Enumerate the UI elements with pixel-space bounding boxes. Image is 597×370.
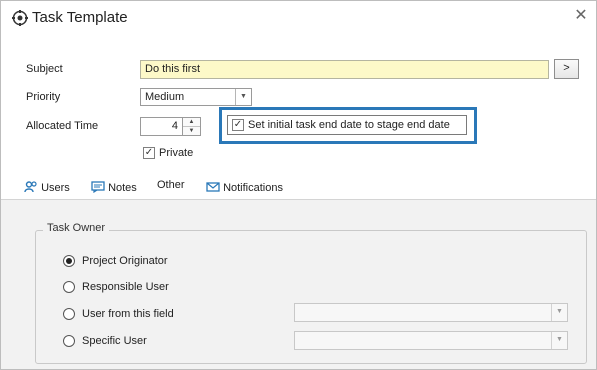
tab-other-label: Other — [157, 179, 185, 191]
user-field-combo[interactable]: ▼ — [294, 303, 568, 322]
stage-end-label: Set initial task end date to stage end d… — [248, 119, 450, 131]
chevron-down-icon[interactable]: ▼ — [235, 89, 251, 105]
radio-user-from-field[interactable] — [63, 308, 75, 320]
priority-dropdown[interactable]: Medium ▼ — [140, 88, 252, 106]
radio-selected-dot — [66, 258, 72, 264]
app-icon — [12, 10, 28, 26]
allocated-time-stepper[interactable]: ▲ ▼ — [182, 117, 201, 136]
notes-icon — [91, 181, 105, 194]
private-label: Private — [159, 147, 194, 159]
radio-specific-user[interactable] — [63, 335, 75, 347]
tab-users-label: Users — [41, 182, 70, 194]
subject-field[interactable]: Do this first — [140, 60, 549, 79]
title-bar: Task Template ✕ — [1, 1, 596, 35]
radio-responsible-user[interactable] — [63, 281, 75, 293]
radio-label-responsible-user: Responsible User — [82, 281, 169, 293]
mail-icon — [206, 182, 220, 192]
spin-up-icon[interactable]: ▲ — [183, 118, 200, 127]
task-owner-title: Task Owner — [43, 222, 110, 234]
allocated-time-label: Allocated Time — [26, 120, 99, 132]
tab-notifications-label: Notifications — [223, 182, 283, 194]
tab-notifications[interactable]: Notifications — [206, 179, 283, 194]
tab-notes[interactable]: Notes — [91, 179, 137, 194]
subject-label: Subject — [26, 63, 63, 75]
priority-label: Priority — [26, 91, 61, 103]
stage-end-checkbox[interactable]: ✓ — [232, 119, 244, 131]
tab-other[interactable]: Other — [157, 179, 185, 191]
radio-label-specific-user: Specific User — [82, 335, 147, 347]
radio-label-project-originator: Project Originator — [82, 255, 168, 267]
dialog-title: Task Template — [32, 9, 128, 26]
specific-user-combo[interactable]: ▼ — [294, 331, 568, 350]
tab-notes-label: Notes — [108, 182, 137, 194]
priority-value: Medium — [145, 91, 185, 103]
radio-project-originator[interactable] — [63, 255, 75, 267]
subject-more-button[interactable]: > — [554, 59, 579, 79]
task-template-dialog: Task Template ✕ Subject Do this first > … — [0, 0, 597, 370]
tab-bar: Users Notes Other Notifications — [1, 176, 596, 198]
chevron-down-icon[interactable]: ▼ — [551, 304, 567, 321]
private-checkbox[interactable]: ✓ — [143, 147, 155, 159]
radio-label-user-from-field: User from this field — [82, 308, 174, 320]
close-icon[interactable]: ✕ — [572, 7, 590, 25]
spin-down-icon[interactable]: ▼ — [183, 127, 200, 135]
chevron-down-icon[interactable]: ▼ — [551, 332, 567, 349]
users-icon — [24, 181, 37, 193]
tab-users[interactable]: Users — [24, 179, 70, 194]
